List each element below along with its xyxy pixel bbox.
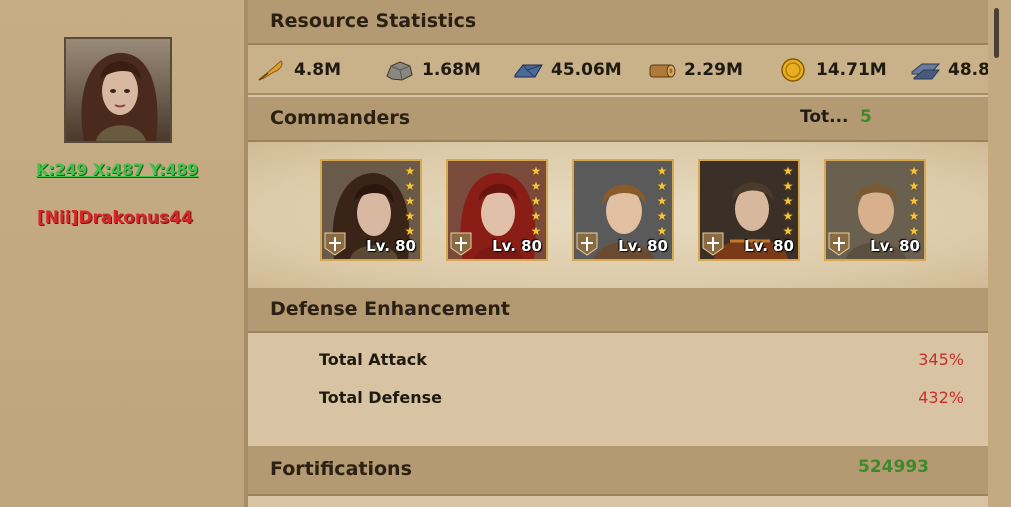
- resource-value: 14.71M: [816, 60, 887, 80]
- commander-level: Lv. 80: [492, 237, 542, 255]
- commander-card[interactable]: ★ ★ ★ ★ ★ Lv. 80: [446, 159, 548, 261]
- steel-bar-icon: [910, 58, 941, 82]
- fortifications-title: Fortifications: [270, 458, 412, 480]
- commanders-total-label: Tot...: [800, 107, 849, 127]
- resource-steel: 48.8: [910, 57, 988, 83]
- commander-class-icon: [324, 232, 346, 256]
- resource-value: 2.29M: [684, 60, 743, 80]
- star-rating: ★ ★ ★ ★ ★: [908, 164, 920, 238]
- total-attack-value: 345%: [918, 350, 964, 369]
- resource-wood: 2.29M: [646, 57, 743, 83]
- defense-stats: Total Attack 345% Total Defense 432%: [248, 333, 988, 443]
- scrollbar-track[interactable]: [988, 0, 1011, 507]
- commanders-title: Commanders: [270, 107, 411, 129]
- resource-gold: 14.71M: [778, 57, 887, 83]
- resource-value: 45.06M: [551, 60, 622, 80]
- star-rating: ★ ★ ★ ★ ★: [782, 164, 794, 238]
- commander-class-icon: [576, 232, 598, 256]
- player-info-panel: K:249 X:487 Y:489 [Nii]Drakonus44: [0, 0, 246, 507]
- commander-level: Lv. 80: [366, 237, 416, 255]
- commander-level: Lv. 80: [870, 237, 920, 255]
- scrollbar-thumb[interactable]: [994, 8, 999, 58]
- commanders-header: Commanders Tot... 5: [248, 97, 988, 142]
- resource-statistics-header: Resource Statistics: [248, 0, 988, 45]
- commander-level: Lv. 80: [744, 237, 794, 255]
- commanders-list: ★ ★ ★ ★ ★ Lv. 80 ★ ★ ★ ★ ★ Lv. 80 ★ ★ ★ …: [248, 142, 988, 288]
- defense-enhancement-header: Defense Enhancement: [248, 288, 988, 333]
- commander-card[interactable]: ★ ★ ★ ★ ★ Lv. 80: [824, 159, 926, 261]
- player-coordinates-link[interactable]: K:249 X:487 Y:489: [36, 160, 198, 179]
- quill-icon: [256, 58, 286, 82]
- resource-value: 1.68M: [422, 60, 481, 80]
- star-rating: ★ ★ ★ ★ ★: [404, 164, 416, 238]
- commander-card[interactable]: ★ ★ ★ ★ ★ Lv. 80: [698, 159, 800, 261]
- commander-card[interactable]: ★ ★ ★ ★ ★ Lv. 80: [572, 159, 674, 261]
- fortifications-header: Fortifications 524993: [248, 446, 988, 496]
- resource-iron: 45.06M: [513, 57, 622, 83]
- player-profile-screen: K:249 X:487 Y:489 [Nii]Drakonus44 Resour…: [0, 0, 1011, 507]
- player-portrait-image: [66, 39, 170, 141]
- stone-icon: [384, 58, 414, 82]
- star-rating: ★ ★ ★ ★ ★: [656, 164, 668, 238]
- resource-value: 48.8: [948, 60, 988, 80]
- wood-log-icon: [646, 58, 676, 82]
- iron-ingot-icon: [513, 58, 543, 82]
- commander-level: Lv. 80: [618, 237, 668, 255]
- player-avatar[interactable]: [64, 37, 172, 143]
- total-defense-label: Total Defense: [319, 388, 442, 407]
- stats-panel: Resource Statistics 4.8M 1.68M 45.06M 2.…: [248, 0, 988, 507]
- commander-class-icon: [702, 232, 724, 256]
- player-name: [Nii]Drakonus44: [37, 208, 193, 228]
- fortifications-value: 524993: [858, 457, 929, 477]
- commander-class-icon: [450, 232, 472, 256]
- resource-row: 4.8M 1.68M 45.06M 2.29M 14.71M 48.8: [248, 45, 988, 95]
- commander-card[interactable]: ★ ★ ★ ★ ★ Lv. 80: [320, 159, 422, 261]
- defense-enhancement-title: Defense Enhancement: [270, 298, 510, 320]
- total-attack-label: Total Attack: [319, 350, 427, 369]
- commanders-total-value: 5: [860, 107, 872, 127]
- resource-quill: 4.8M: [256, 57, 341, 83]
- total-defense-value: 432%: [918, 388, 964, 407]
- gold-coin-icon: [778, 58, 808, 82]
- commander-class-icon: [828, 232, 850, 256]
- resource-stone: 1.68M: [384, 57, 481, 83]
- resource-statistics-title: Resource Statistics: [270, 10, 477, 32]
- resource-value: 4.8M: [294, 60, 342, 80]
- star-rating: ★ ★ ★ ★ ★: [530, 164, 542, 238]
